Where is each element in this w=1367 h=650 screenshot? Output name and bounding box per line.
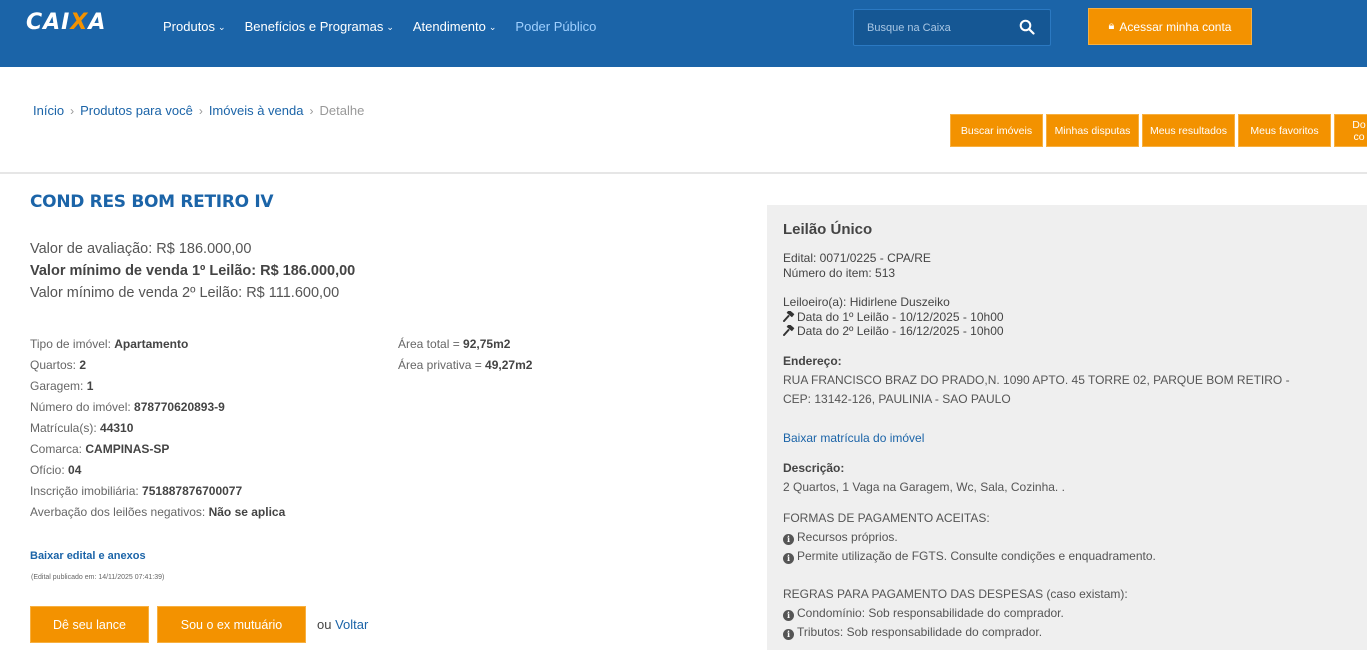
leiloeiro-info: Leiloeiro(a): Hidirlene Duszeiko Data do… — [783, 295, 1004, 339]
breadcrumb-separator: › — [198, 103, 203, 118]
buscar-imoveis-button[interactable]: Buscar imóveis — [950, 114, 1043, 147]
forma-item: i Permite utilização de FGTS. Consulte co… — [783, 547, 1156, 566]
ex-mutuario-button[interactable]: Sou o ex mutuário — [157, 606, 306, 643]
search-box — [853, 9, 1051, 46]
breadcrumb-imoveis[interactable]: Imóveis à venda — [209, 103, 304, 118]
property-areas: Área total = 92,75m2 Área privativa = 49… — [398, 334, 532, 376]
spec-row: Ofício: 04 — [30, 463, 82, 477]
breadcrumb-current: Detalhe — [319, 103, 365, 118]
spec-row: Número do imóvel: 878770620893-9 — [30, 400, 225, 414]
search-input[interactable] — [854, 10, 1014, 45]
baixar-edital-link[interactable]: Baixar edital e anexos — [30, 550, 146, 562]
minhas-disputas-button[interactable]: Minhas disputas — [1046, 114, 1139, 147]
regra-item: i Condomínio: Sob responsabilidade do com… — [783, 604, 1128, 623]
regras-despesas: REGRAS PARA PAGAMENTO DAS DESPESAS (caso… — [783, 585, 1128, 642]
spec-row: Averbação dos leilões negativos: Não se … — [30, 505, 286, 519]
spec-row: Tipo de imóvel: Apartamento — [30, 337, 189, 351]
matricula-block: Baixar matrícula do imóvel — [783, 431, 924, 446]
quick-actions: Buscar imóveis Minhas disputas Meus resu… — [950, 114, 1367, 147]
breadcrumb-produtos[interactable]: Produtos para você — [80, 103, 193, 118]
auction-panel: Leilão Único Edital: 0071/0225 - CPA/RE … — [767, 205, 1367, 650]
formas-pagamento: FORMAS DE PAGAMENTO ACEITAS: i Recursos p… — [783, 509, 1156, 566]
gavel-icon — [783, 325, 795, 336]
gavel-icon — [783, 310, 795, 322]
main-nav: Produtos ⌄ Benefícios e Programas ⌄ Atendi… — [163, 19, 615, 34]
login-button[interactable]: 🔒︎ Acessar minha conta — [1088, 8, 1252, 45]
property-specs: Tipo de imóvel: Apartamento Quartos: 2 G… — [30, 334, 285, 523]
spec-row: Área total = 92,75m2 — [398, 337, 511, 351]
spec-row: Garagem: 1 — [30, 379, 94, 393]
forma-item: i Recursos próprios. — [783, 528, 1156, 547]
info-icon: i — [783, 534, 794, 545]
endereco-block: Endereço: RUA FRANCISCO BRAZ DO PRADO,N.… — [783, 354, 1290, 406]
info-icon: i — [783, 553, 794, 564]
nav-atendimento[interactable]: Atendimento ⌄ — [413, 19, 497, 34]
data-2-leilao: Data do 2º Leilão - 16/12/2025 - 10h00 — [783, 324, 1004, 339]
meus-favoritos-button[interactable]: Meus favoritos — [1238, 114, 1331, 147]
info-icon: i — [783, 629, 794, 640]
property-title: COND RES BOM RETIRO IV — [30, 192, 274, 212]
descricao-block: Descrição: 2 Quartos, 1 Vaga na Garagem,… — [783, 461, 1065, 494]
spec-row: Área privativa = 49,27m2 — [398, 358, 533, 372]
valor-minimo-1-leilao: Valor mínimo de venda 1º Leilão: R$ 186.… — [30, 263, 356, 279]
caixa-logo[interactable]: CAIXA — [26, 10, 106, 35]
edital-info: Edital: 0071/0225 - CPA/RE Número do ite… — [783, 251, 931, 280]
section-divider — [0, 172, 1367, 174]
breadcrumb-inicio[interactable]: Início — [33, 103, 64, 118]
price-block: Valor de avaliação: R$ 186.000,00 Valor … — [30, 238, 355, 304]
valor-avaliacao: Valor de avaliação: R$ 186.000,00 — [30, 241, 252, 257]
lock-icon: 🔒︎ — [1108, 20, 1115, 32]
de-seu-lance-button[interactable]: Dê seu lance — [30, 606, 149, 643]
documentos-button[interactable]: Do co — [1334, 114, 1367, 147]
meus-resultados-button[interactable]: Meus resultados — [1142, 114, 1235, 147]
nav-beneficios[interactable]: Benefícios e Programas ⌄ — [245, 19, 394, 34]
action-row: Dê seu lance Sou o ex mutuário ou Voltar — [30, 606, 368, 643]
voltar-link[interactable]: Voltar — [335, 617, 368, 632]
valor-minimo-2-leilao: Valor mínimo de venda 2º Leilão: R$ 111.… — [30, 285, 340, 301]
info-icon: i — [783, 610, 794, 621]
breadcrumb-separator: › — [70, 103, 75, 118]
breadcrumb-separator: › — [309, 103, 314, 118]
search-icon[interactable] — [1019, 19, 1035, 35]
chevron-down-icon: ⌄ — [218, 22, 226, 32]
breadcrumb: Início › Produtos para você › Imóveis à … — [33, 103, 364, 118]
top-header: CAIXA Produtos ⌄ Benefícios e Programas ⌄ … — [0, 0, 1367, 67]
spec-row: Matrícula(s): 44310 — [30, 421, 134, 435]
chevron-down-icon: ⌄ — [488, 22, 497, 32]
spec-row: Comarca: CAMPINAS-SP — [30, 442, 170, 456]
nav-poder-publico[interactable]: Poder Público — [515, 19, 596, 34]
spec-row: Inscrição imobiliária: 751887876700077 — [30, 484, 243, 498]
spec-row: Quartos: 2 — [30, 358, 87, 372]
baixar-matricula-link[interactable]: Baixar matrícula do imóvel — [783, 431, 924, 445]
auction-title: Leilão Único — [783, 221, 873, 238]
edital-publish-date: (Edital publicado em: 14/11/2025 07:41:3… — [31, 574, 165, 581]
regra-item: i Tributos: Sob responsabilidade do compr… — [783, 623, 1128, 642]
data-1-leilao: Data do 1º Leilão - 10/12/2025 - 10h00 — [783, 310, 1004, 325]
or-text: ou Voltar — [317, 617, 369, 632]
chevron-down-icon: ⌄ — [386, 22, 394, 32]
nav-produtos[interactable]: Produtos ⌄ — [163, 19, 226, 34]
